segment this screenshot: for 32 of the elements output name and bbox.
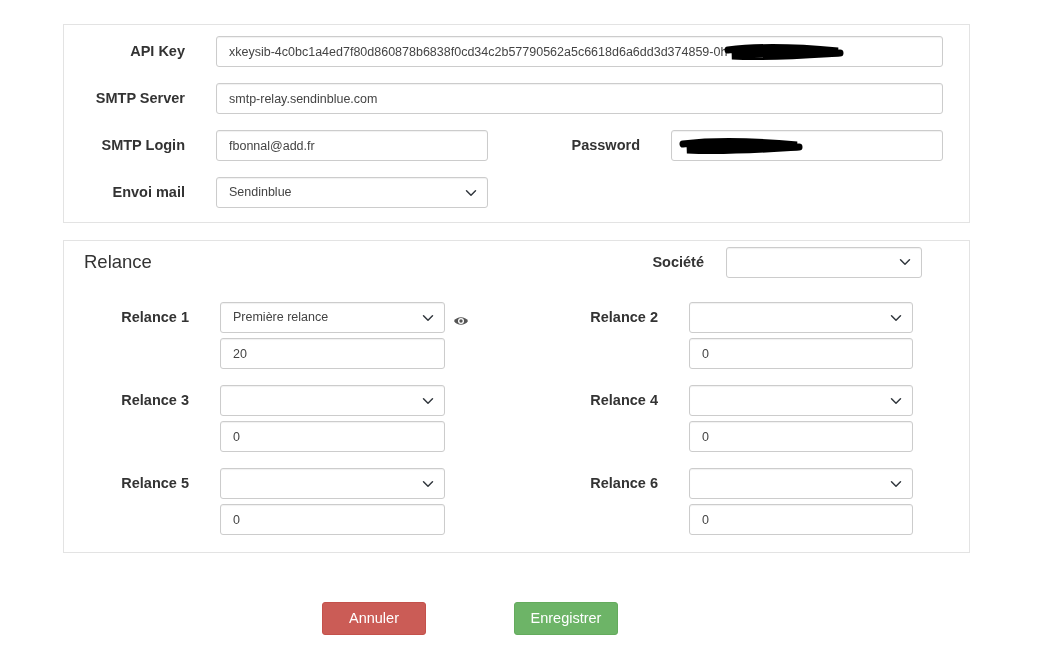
field-label: Envoi mail [111,183,186,202]
text-field[interactable]: xkeysib-4c0bc1a4ed7f80d860878b6838f0cd34c2b57790562a5c6618d6a6dd3d374859-0h [216,36,943,67]
text-field[interactable]: 0 [689,421,913,452]
select-field[interactable] [689,385,913,416]
field-label: Relance 5 [120,474,190,493]
select-field[interactable]: Sendinblue [216,177,488,208]
field-label: Relance 3 [120,391,190,410]
text-field[interactable]: fbonnal@add.fr [216,130,488,161]
eye-icon[interactable] [453,315,469,328]
field-label: Password [570,136,641,155]
field-label: API Key [129,42,186,61]
text-field[interactable]: 0 [689,504,913,535]
select-field[interactable] [689,302,913,333]
text-field[interactable]: 0 [220,504,445,535]
field-label: Relance 2 [589,308,659,327]
field-label: Relance 4 [589,391,659,410]
text-field[interactable]: smtp-relay.sendinblue.com [216,83,943,114]
text-field[interactable]: 20 [220,338,445,369]
select-field[interactable] [220,385,445,416]
select-field[interactable] [220,468,445,499]
cancel-button[interactable]: Annuler [322,602,426,635]
text-field[interactable]: 0 [689,338,913,369]
field-label: Relance 1 [120,308,190,327]
field-label: Relance 6 [589,474,659,493]
select-field[interactable]: Première relance [220,302,445,333]
text-field[interactable]: 0 [220,421,445,452]
field-label: SMTP Login [100,136,186,155]
field-label: Société [652,252,705,272]
select-field[interactable] [726,246,922,278]
field-label: SMTP Server [94,89,186,108]
select-field[interactable] [689,468,913,499]
section-title: Relance [84,250,152,275]
